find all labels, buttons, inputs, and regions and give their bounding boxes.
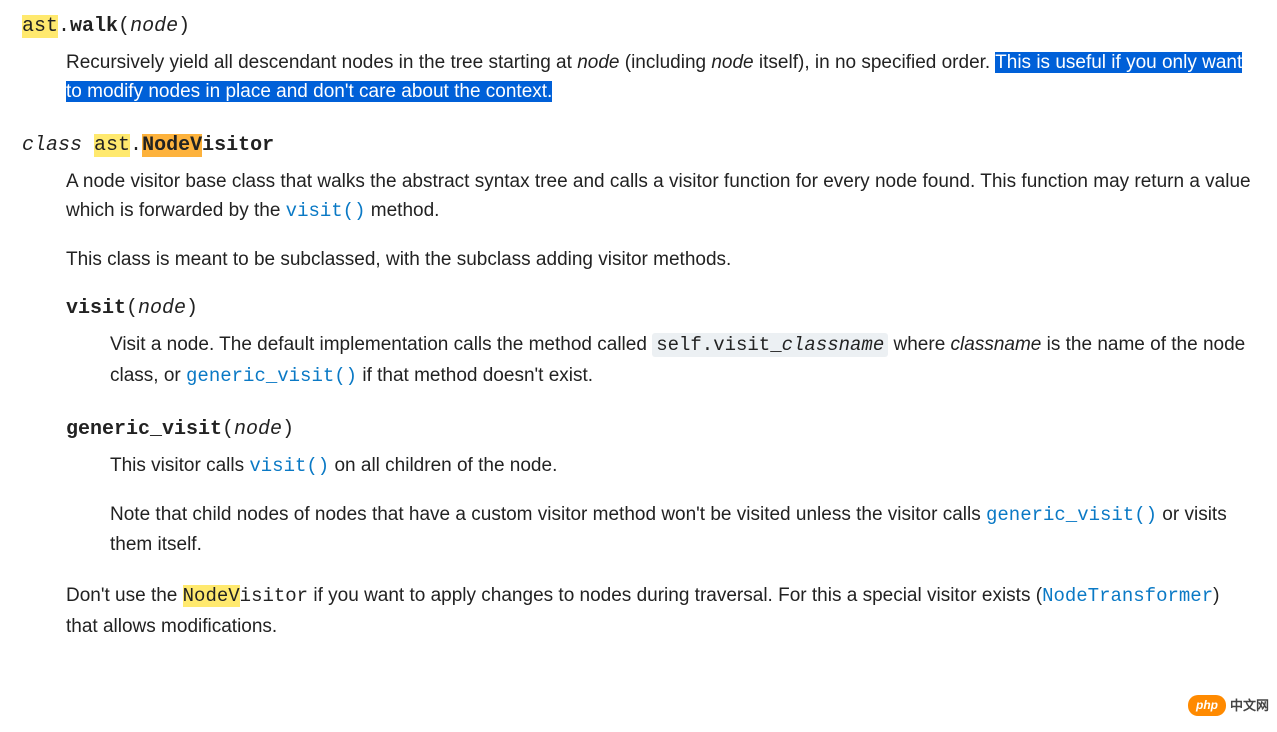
generic-visit-name: generic_visit <box>66 418 222 441</box>
visit-description: Visit a node. The default implementation… <box>110 330 1255 391</box>
function-walk: ast.walk(node) Recursively yield all des… <box>22 10 1255 107</box>
visit-arg: node <box>138 297 186 320</box>
watermark: php 中文网 <box>1188 695 1269 716</box>
nodevisitor-module: ast <box>94 134 130 157</box>
method-visit: visit(node) Visit a node. The default im… <box>66 292 1255 391</box>
class-nodevisitor: class ast.NodeVisitor A node visitor bas… <box>22 129 1255 641</box>
walk-name: walk <box>70 15 118 38</box>
nodevisitor-p1: A node visitor base class that walks the… <box>66 167 1255 227</box>
method-generic-visit: generic_visit(node) This visitor calls v… <box>66 413 1255 559</box>
watermark-pill: php <box>1188 695 1226 716</box>
nodetransformer-link[interactable]: NodeTransformer <box>1042 585 1213 607</box>
watermark-text: 中文网 <box>1230 696 1269 716</box>
nodevisitor-body: A node visitor base class that walks the… <box>66 167 1255 641</box>
generic-visit-description: This visitor calls visit() on all childr… <box>110 451 1255 559</box>
visit-name: visit <box>66 297 126 320</box>
walk-description: Recursively yield all descendant nodes i… <box>66 48 1255 107</box>
visit-link[interactable]: visit() <box>286 200 366 222</box>
nodevisitor-warning: Don't use the NodeVisitor if you want to… <box>66 581 1255 641</box>
generic-visit-link-2[interactable]: generic_visit() <box>986 504 1157 526</box>
walk-module: ast <box>22 15 58 38</box>
nodevisitor-ref-highlight: NodeV <box>183 585 240 607</box>
literal-self-visit-classname: self.visit_classname <box>652 333 888 357</box>
walk-signature: ast.walk(node) <box>22 10 1255 42</box>
generic-visit-signature: generic_visit(node) <box>66 413 1255 445</box>
generic-visit-link[interactable]: generic_visit() <box>186 365 357 387</box>
nodevisitor-p2: This class is meant to be subclassed, wi… <box>66 245 1255 274</box>
generic-visit-arg: node <box>234 418 282 441</box>
walk-arg: node <box>130 15 178 38</box>
nodevisitor-signature: class ast.NodeVisitor <box>22 129 1255 161</box>
nodevisitor-name-highlight: NodeV <box>142 134 202 157</box>
visit-link-2[interactable]: visit() <box>249 455 329 477</box>
visit-signature: visit(node) <box>66 292 1255 324</box>
